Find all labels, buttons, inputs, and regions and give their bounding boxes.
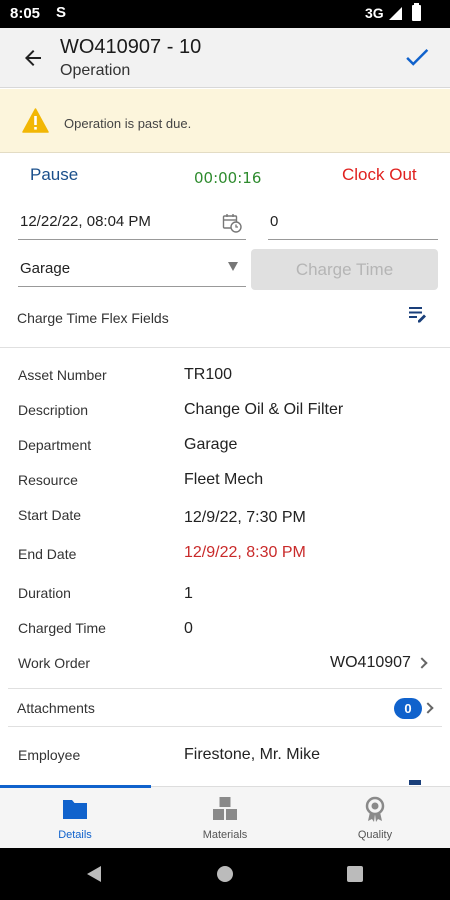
detail-value-duration: 1 <box>184 585 193 602</box>
row-divider <box>8 688 442 689</box>
employee-label: Employee <box>18 747 81 763</box>
detail-value-charged-time: 0 <box>184 620 193 637</box>
detail-value-department: Garage <box>184 436 238 453</box>
pause-button[interactable]: Pause <box>30 165 78 185</box>
edit-note-icon[interactable] <box>406 304 428 326</box>
tab-quality-label: Quality <box>357 829 393 841</box>
warning-message: Operation is past due. <box>64 116 192 131</box>
system-home-icon[interactable] <box>217 866 233 882</box>
detail-value-resource: Fleet Mech <box>184 471 264 488</box>
detail-value-description: Change Oil & Oil Filter <box>184 401 344 418</box>
status-time: 8:05 <box>10 5 41 22</box>
warning-icon <box>22 108 49 133</box>
battery-icon <box>412 3 421 21</box>
detail-label-start-date: Start Date <box>18 507 82 523</box>
charge-quantity-field[interactable]: 0 <box>268 205 438 240</box>
system-recents-icon[interactable] <box>347 866 363 882</box>
detail-value-asset-number: TR100 <box>184 366 233 383</box>
department-select[interactable]: Garage <box>18 250 246 287</box>
chevron-right-icon[interactable] <box>416 657 428 669</box>
edit-note-icon[interactable] <box>409 780 421 785</box>
detail-label-department: Department <box>18 437 92 453</box>
section-divider <box>0 347 450 348</box>
attachments-count-badge: 0 <box>394 698 422 719</box>
system-navigation-bar <box>0 848 450 900</box>
tab-quality[interactable]: Quality <box>300 787 450 849</box>
flex-fields-label: Charge Time Flex Fields <box>17 310 169 326</box>
network-type: 3G <box>365 5 384 21</box>
detail-label-charged-time: Charged Time <box>18 620 106 636</box>
app-bar: WO410907 - 10 Operation <box>0 28 450 88</box>
charge-time-button[interactable]: Charge Time <box>251 249 438 290</box>
award-icon <box>365 796 385 822</box>
detail-label-resource: Resource <box>18 472 78 488</box>
elapsed-timer: 00:00:16 <box>194 169 262 187</box>
past-due-banner: Operation is past due. <box>0 89 450 153</box>
employee-value: Firestone, Mr. Mike <box>184 746 321 763</box>
detail-value-end-date: 12/9/22, 8:30 PM <box>184 544 306 561</box>
detail-label-duration: Duration <box>18 585 71 601</box>
charge-date-value: 12/22/22, 08:04 PM <box>20 213 151 230</box>
chevron-right-icon[interactable] <box>422 702 434 714</box>
work-order-label: Work Order <box>18 655 91 671</box>
page-subtitle: Operation <box>60 62 131 79</box>
work-order-link[interactable]: WO410907 <box>330 654 411 672</box>
tab-materials[interactable]: Materials <box>150 787 300 849</box>
calendar-clock-icon[interactable] <box>222 213 242 233</box>
detail-value-start-date: 12/9/22, 7:30 PM <box>184 509 306 526</box>
signal-icon <box>389 7 402 20</box>
tab-materials-label: Materials <box>202 829 248 841</box>
tab-details[interactable]: Details <box>0 787 150 849</box>
status-bar: 8:05 S 3G <box>0 0 450 28</box>
tab-details-label: Details <box>58 829 92 841</box>
folder-icon <box>63 800 87 819</box>
detail-label-description: Description <box>18 402 89 418</box>
attachments-label[interactable]: Attachments <box>17 700 95 716</box>
clock-out-button[interactable]: Clock Out <box>342 165 417 185</box>
confirm-check-icon[interactable] <box>402 42 432 72</box>
detail-label-asset-number: Asset Number <box>18 367 107 383</box>
boxes-icon <box>213 797 237 820</box>
detail-label-end-date: End Date <box>18 546 77 562</box>
charge-quantity-value: 0 <box>270 213 279 230</box>
dropdown-arrow-icon <box>228 262 238 271</box>
app-notification-icon: S <box>55 4 66 21</box>
charge-date-field[interactable]: 12/22/22, 08:04 PM <box>18 205 246 240</box>
row-divider <box>8 726 442 727</box>
back-arrow-icon[interactable] <box>21 46 45 70</box>
page-title: WO410907 - 10 <box>60 36 202 58</box>
department-select-value: Garage <box>20 260 71 277</box>
bottom-navigation: Details Materials Quality <box>0 785 450 849</box>
system-back-icon[interactable] <box>87 866 101 882</box>
